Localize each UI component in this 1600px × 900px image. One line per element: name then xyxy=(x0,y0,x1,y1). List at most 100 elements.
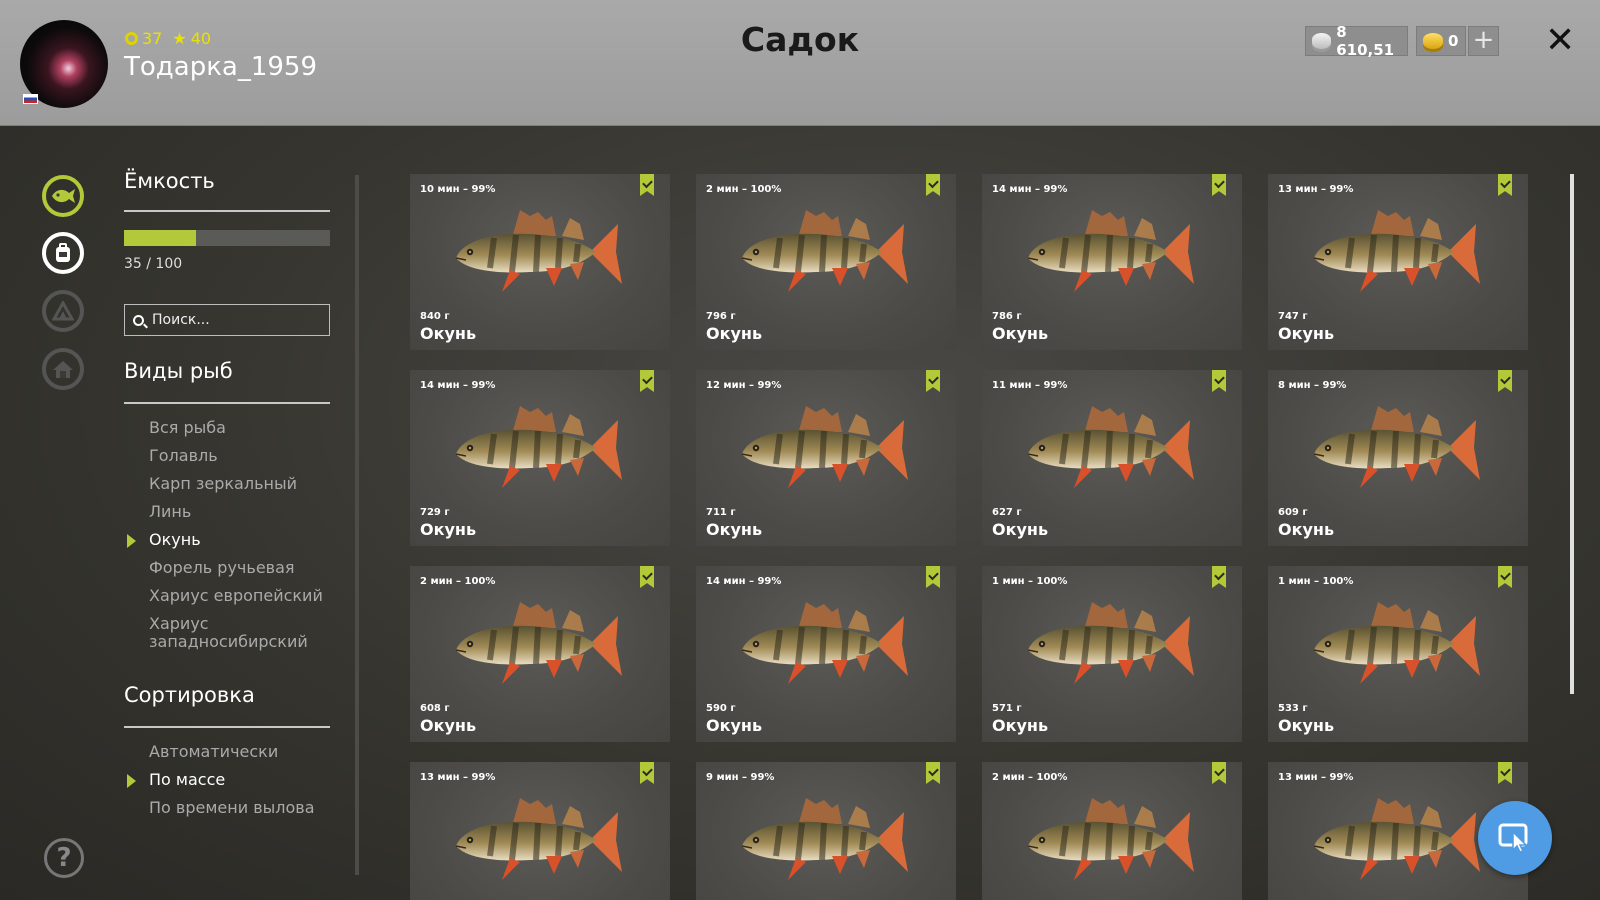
fish-name: Окунь xyxy=(420,520,477,539)
bookmark-check-icon[interactable] xyxy=(640,762,654,784)
bookmark-check-icon[interactable] xyxy=(926,174,940,196)
close-button[interactable]: ✕ xyxy=(1545,20,1575,61)
fish-card[interactable]: 8 мин – 99% 609 г Окунь xyxy=(1268,370,1528,546)
catch-time-quality: 14 мин – 99% xyxy=(706,576,782,587)
species-item[interactable]: Форель ручьевая xyxy=(149,559,349,577)
perch-fish-image xyxy=(1022,594,1202,692)
fish-card[interactable]: 14 мин – 99% 729 г Окунь xyxy=(410,370,670,546)
fish-name: Окунь xyxy=(992,520,1049,539)
camp-tent-icon[interactable] xyxy=(42,290,84,332)
fish-card[interactable]: 2 мин – 100% 796 г Окунь xyxy=(696,174,956,350)
perch-fish-image xyxy=(736,790,916,888)
catch-time-quality: 1 мин – 100% xyxy=(992,576,1068,587)
fish-weight: 627 г xyxy=(992,507,1022,518)
bookmark-check-icon[interactable] xyxy=(640,370,654,392)
fish-weight: 533 г xyxy=(1278,703,1308,714)
fish-weight: 571 г xyxy=(992,703,1022,714)
perch-fish-image xyxy=(1308,594,1488,692)
help-button[interactable]: ? xyxy=(44,838,84,878)
sort-list: Автоматически По массе По времени вылова xyxy=(127,743,349,827)
fish-card[interactable]: 10 мин – 99% 840 г Окунь xyxy=(410,174,670,350)
fish-card[interactable]: 1 мин – 100% 571 г Окунь xyxy=(982,566,1242,742)
silver-balance: 8 610,51 xyxy=(1305,23,1408,59)
silver-coins-icon xyxy=(1312,33,1332,49)
fish-card[interactable]: 12 мин – 99% 711 г Окунь xyxy=(696,370,956,546)
fish-name: Окунь xyxy=(706,324,763,343)
add-gold-button[interactable]: + xyxy=(1468,26,1499,56)
fish-card[interactable]: 11 мин – 99% 627 г Окунь xyxy=(982,370,1242,546)
species-item[interactable]: Вся рыба xyxy=(149,419,349,437)
catch-time-quality: 2 мин – 100% xyxy=(706,184,782,195)
species-item[interactable]: Голавль xyxy=(149,447,349,465)
perch-fish-image xyxy=(736,398,916,496)
perch-fish-image xyxy=(1022,398,1202,496)
fish-card[interactable]: 9 мин – 99% xyxy=(696,762,956,900)
fish-name: Окунь xyxy=(992,716,1049,735)
sort-item-label: По времени вылова xyxy=(149,798,315,817)
bookmark-check-icon[interactable] xyxy=(926,370,940,392)
capacity-bar-fill xyxy=(124,230,197,246)
bookmark-check-icon[interactable] xyxy=(640,566,654,588)
fish-card[interactable]: 2 мин – 100% 608 г Окунь xyxy=(410,566,670,742)
cursor-mode-button[interactable] xyxy=(1478,801,1552,875)
selected-arrow-icon xyxy=(127,534,136,548)
species-title: Виды рыб xyxy=(124,359,233,383)
sort-item[interactable]: Автоматически xyxy=(149,743,349,761)
perch-fish-image xyxy=(1308,790,1488,888)
search-box[interactable] xyxy=(124,304,330,336)
species-item[interactable]: Окунь xyxy=(127,531,349,549)
fish-card[interactable]: 2 мин – 100% xyxy=(982,762,1242,900)
fish-card[interactable]: 13 мин – 99% xyxy=(410,762,670,900)
fish-weight: 729 г xyxy=(420,507,450,518)
grid-scrollbar[interactable] xyxy=(1570,174,1574,694)
sort-item[interactable]: По времени вылова xyxy=(149,799,349,817)
backpack-icon[interactable] xyxy=(42,232,84,274)
perch-fish-image xyxy=(450,398,630,496)
perch-fish-image xyxy=(736,594,916,692)
search-input[interactable] xyxy=(152,312,322,328)
perch-fish-image xyxy=(736,202,916,300)
fish-name: Окунь xyxy=(1278,324,1335,343)
sort-item[interactable]: По массе xyxy=(127,771,349,789)
species-item-label: Вся рыба xyxy=(149,418,226,437)
catch-time-quality: 12 мин – 99% xyxy=(706,380,782,391)
search-icon xyxy=(133,314,144,326)
fish-name: Окунь xyxy=(1278,716,1335,735)
bookmark-check-icon[interactable] xyxy=(640,174,654,196)
fish-card[interactable]: 14 мин – 99% 786 г Окунь xyxy=(982,174,1242,350)
bookmark-check-icon[interactable] xyxy=(1498,762,1512,784)
filter-scrollbar[interactable] xyxy=(355,175,359,875)
catch-time-quality: 11 мин – 99% xyxy=(992,380,1068,391)
bookmark-check-icon[interactable] xyxy=(1498,566,1512,588)
bookmark-check-icon[interactable] xyxy=(1498,370,1512,392)
bookmark-check-icon[interactable] xyxy=(926,566,940,588)
bookmark-check-icon[interactable] xyxy=(1212,174,1226,196)
species-item[interactable]: Хариус западносибирский xyxy=(149,615,349,651)
bookmark-check-icon[interactable] xyxy=(1212,762,1226,784)
catch-time-quality: 2 мин – 100% xyxy=(992,772,1068,783)
catch-time-quality: 8 мин – 99% xyxy=(1278,380,1347,391)
gold-balance: 0 xyxy=(1416,26,1466,56)
species-item[interactable]: Хариус европейский xyxy=(149,587,349,605)
sort-divider xyxy=(124,726,330,728)
fish-keepnet-icon[interactable] xyxy=(42,175,84,217)
perch-fish-image xyxy=(450,202,630,300)
home-icon[interactable] xyxy=(42,348,84,390)
fish-weight: 590 г xyxy=(706,703,736,714)
species-item[interactable]: Карп зеркальный xyxy=(149,475,349,493)
fish-card[interactable]: 1 мин – 100% 533 г Окунь xyxy=(1268,566,1528,742)
bookmark-check-icon[interactable] xyxy=(1212,370,1226,392)
bookmark-check-icon[interactable] xyxy=(1498,174,1512,196)
sort-item-label: Автоматически xyxy=(149,742,279,761)
perch-fish-image xyxy=(1308,202,1488,300)
fish-weight: 747 г xyxy=(1278,311,1308,322)
species-item[interactable]: Линь xyxy=(149,503,349,521)
bookmark-check-icon[interactable] xyxy=(926,762,940,784)
fish-card[interactable]: 14 мин – 99% 590 г Окунь xyxy=(696,566,956,742)
bookmark-check-icon[interactable] xyxy=(1212,566,1226,588)
capacity-text: 35 / 100 xyxy=(124,256,183,272)
catch-time-quality: 1 мин – 100% xyxy=(1278,576,1354,587)
species-item-label: Хариус западносибирский xyxy=(149,614,308,651)
species-item-label: Голавль xyxy=(149,446,218,465)
fish-card[interactable]: 13 мин – 99% 747 г Окунь xyxy=(1268,174,1528,350)
